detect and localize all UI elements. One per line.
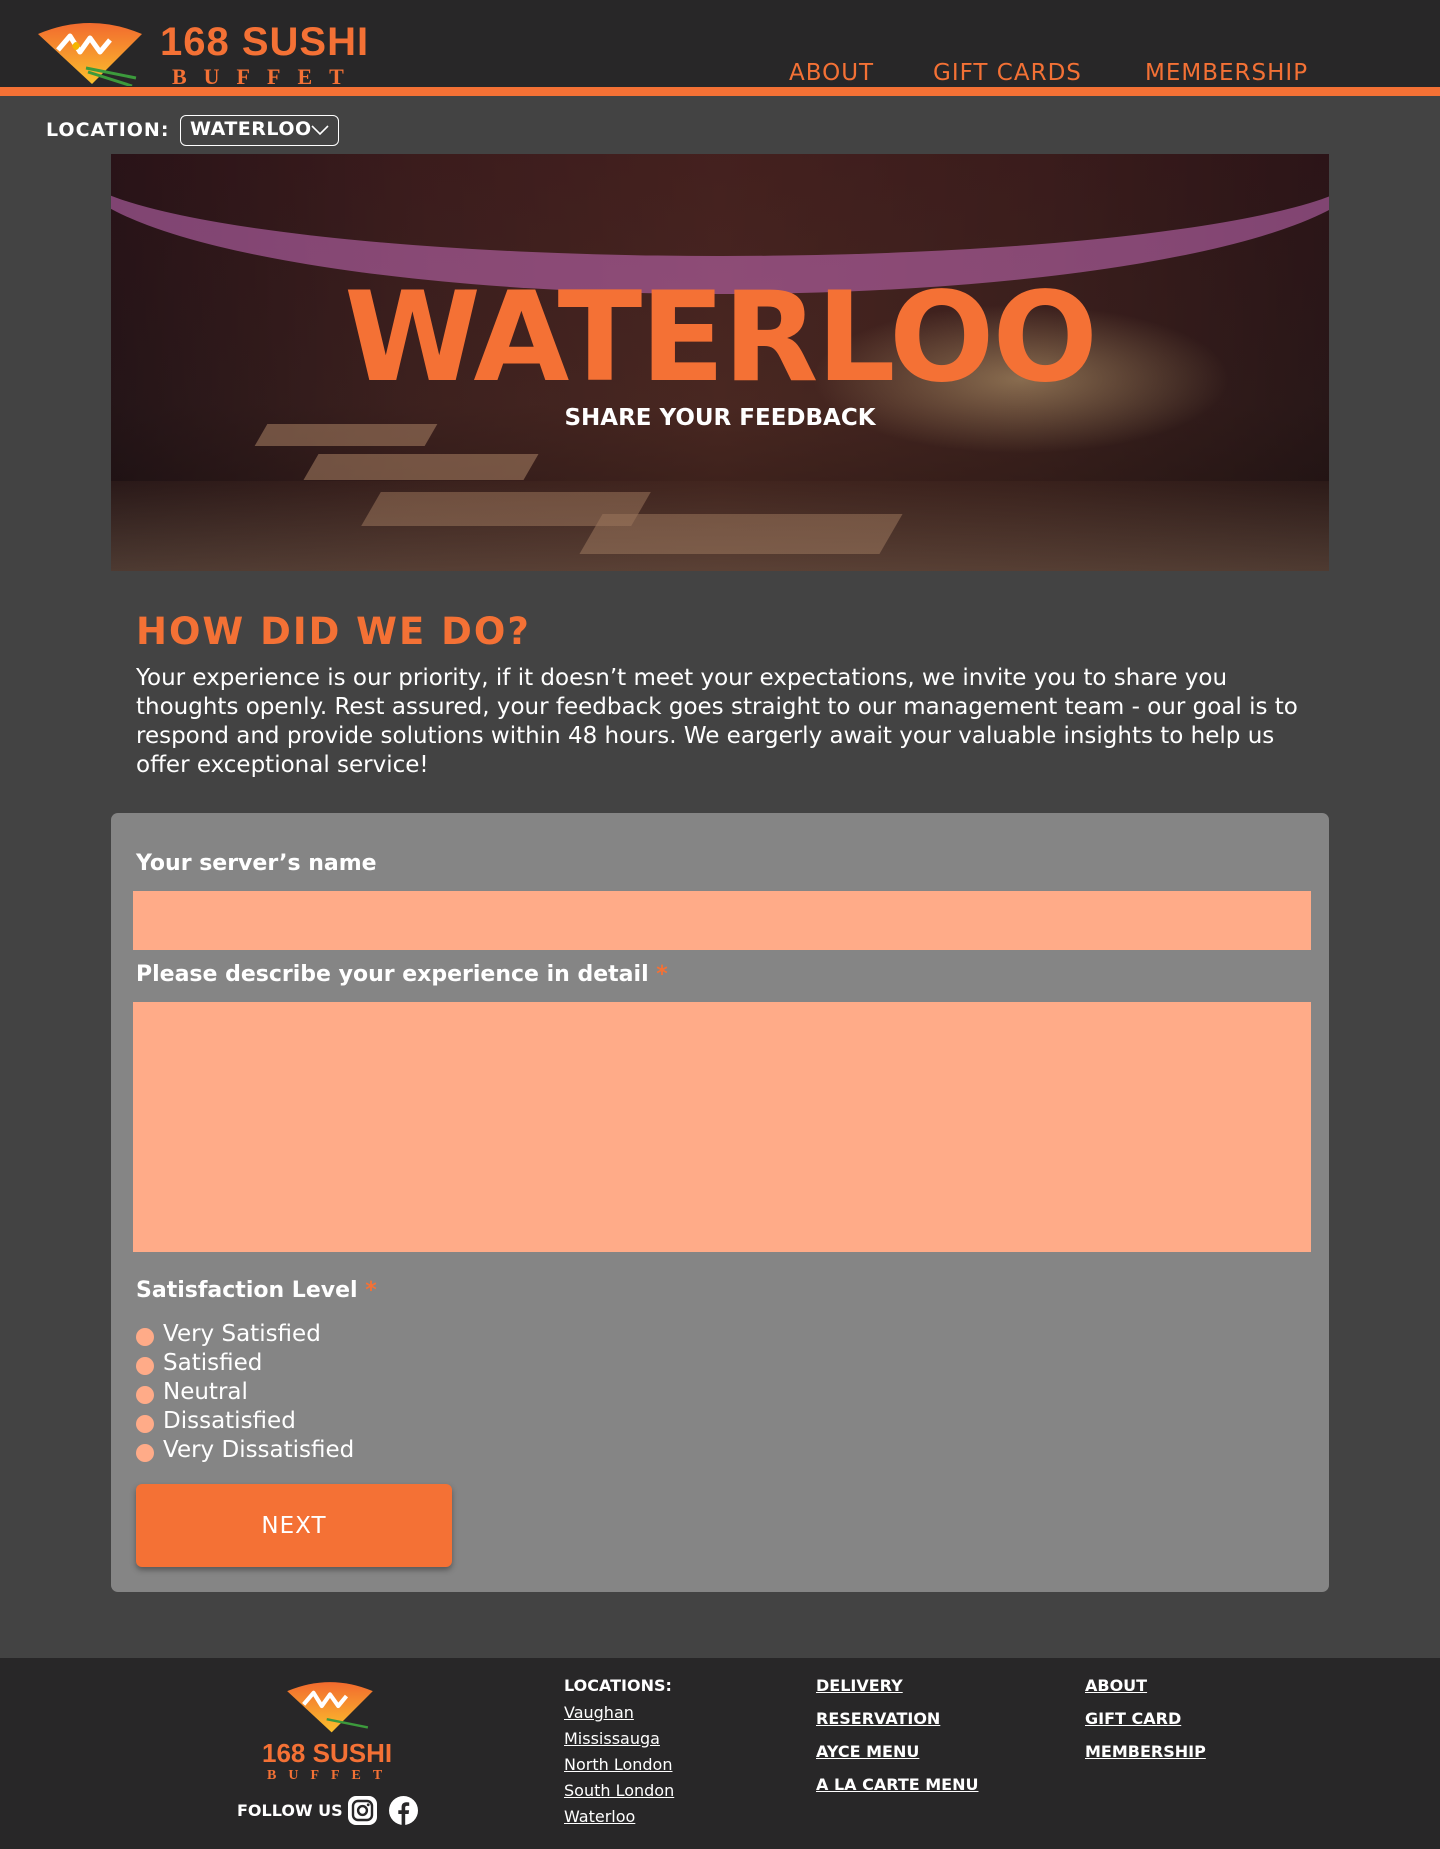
feedback-form: Your server’s name Please describe your …	[111, 813, 1329, 1592]
radio-button[interactable]	[136, 1444, 154, 1462]
location-selected-value: WATERLOO	[190, 118, 312, 140]
facebook-icon[interactable]	[389, 1796, 418, 1825]
radio-button[interactable]	[136, 1328, 154, 1346]
brand-name: 168 SUSHI	[160, 20, 370, 64]
footer-link-delivery[interactable]: DELIVERY	[816, 1676, 903, 1695]
location-link-mississauga[interactable]: Mississauga	[564, 1729, 660, 1748]
fan-logo-icon	[287, 1682, 373, 1733]
nav-about[interactable]: ABOUT	[789, 60, 874, 86]
footer-brand-tagline: BUFFET	[267, 1768, 395, 1783]
location-label: LOCATION:	[46, 119, 170, 141]
experience-textarea[interactable]	[133, 1002, 1311, 1252]
footer-link-about[interactable]: ABOUT	[1085, 1676, 1147, 1695]
radio-button[interactable]	[136, 1357, 154, 1375]
intro-heading: HOW DID WE DO?	[136, 610, 531, 653]
server-name-label: Your server’s name	[136, 851, 377, 876]
footer-link-reservation[interactable]: RESERVATION	[816, 1709, 940, 1728]
experience-label: Please describe your experience in detai…	[136, 962, 668, 987]
server-name-input[interactable]	[133, 891, 1311, 950]
required-marker: *	[365, 1278, 377, 1303]
chevron-down-icon	[311, 125, 329, 136]
footer-logo[interactable]: 168 SUSHI BUFFET	[260, 1678, 400, 1788]
fan-logo-icon	[38, 23, 142, 86]
intro-paragraph: Your experience is our priority, if it d…	[136, 665, 1298, 778]
hero-banner: WATERLOO SHARE YOUR FEEDBACK	[111, 154, 1329, 571]
location-link-vaughan[interactable]: Vaughan	[564, 1703, 634, 1722]
footer-link-gift-card[interactable]: GIFT CARD	[1085, 1709, 1181, 1728]
hero-title: WATERLOO	[344, 266, 1098, 410]
radio-button[interactable]	[136, 1386, 154, 1404]
nav-gift-cards[interactable]: GIFT CARDS	[933, 60, 1082, 86]
site-footer: 168 SUSHI BUFFET LOCATIONS: Vaughan Miss…	[0, 1658, 1440, 1849]
location-select[interactable]: WATERLOO	[180, 115, 339, 146]
footer-brand-name: 168 SUSHI	[262, 1738, 393, 1768]
location-link-north-london[interactable]: North London	[564, 1755, 672, 1774]
footer-link-membership[interactable]: MEMBERSHIP	[1085, 1742, 1206, 1761]
next-button[interactable]: NEXT	[136, 1484, 452, 1567]
footer-link-a-la-carte-menu[interactable]: A LA CARTE MENU	[816, 1775, 978, 1794]
site-header: 168 SUSHI BUFFET ABOUT GIFT CARDS MEMBER…	[0, 0, 1440, 96]
radio-button[interactable]	[136, 1415, 154, 1433]
hero-table	[303, 454, 539, 480]
hero-subtitle: SHARE YOUR FEEDBACK	[564, 405, 876, 431]
follow-us-label: FOLLOW US	[237, 1801, 343, 1820]
locations-title: LOCATIONS:	[564, 1676, 672, 1695]
satisfaction-label: Satisfaction Level *	[136, 1278, 377, 1303]
brand-logo[interactable]: 168 SUSHI BUFFET	[36, 16, 370, 89]
hero-floor	[111, 481, 1329, 571]
instagram-icon[interactable]	[348, 1796, 377, 1825]
footer-link-ayce-menu[interactable]: AYCE MENU	[816, 1742, 919, 1761]
nav-membership[interactable]: MEMBERSHIP	[1145, 60, 1308, 86]
location-link-south-london[interactable]: South London	[564, 1781, 674, 1800]
location-link-waterloo[interactable]: Waterloo	[564, 1807, 635, 1826]
brand-tagline: BUFFET	[172, 64, 361, 89]
required-marker: *	[656, 962, 668, 987]
